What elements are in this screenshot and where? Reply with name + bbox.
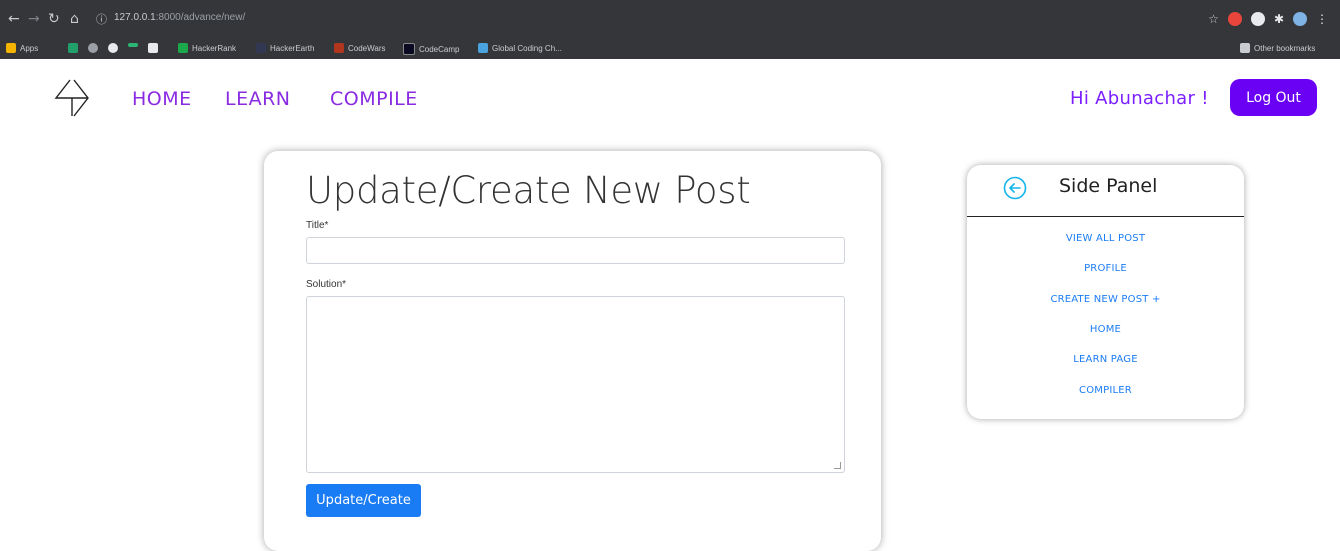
address-bar-row: ← → ↻ ⌂ ⓘ 127.0.0.1:8000/advance/new/ ☆ … (0, 0, 1340, 38)
bookmark-apps[interactable]: Apps (6, 43, 38, 53)
title-label: Title* (306, 220, 329, 231)
title-input[interactable] (306, 237, 845, 264)
side-panel-header: Side Panel (967, 165, 1244, 217)
codewars-icon (334, 43, 344, 53)
extension-icon[interactable] (1250, 12, 1265, 26)
solution-label: Solution* (306, 279, 347, 290)
forward-arrow-icon[interactable]: → (28, 11, 40, 27)
bookmark-favicon-icon (148, 43, 158, 53)
bookmark-codewars[interactable]: CodeWars (334, 43, 386, 53)
logout-button[interactable]: Log Out (1230, 79, 1317, 116)
menu-kebab-icon[interactable]: ⋮ (1316, 12, 1328, 26)
info-icon[interactable]: ⓘ (96, 12, 107, 28)
extension-icon[interactable] (1227, 12, 1242, 26)
hackerrank-icon (178, 43, 188, 53)
page-title: Update/Create New Post (306, 169, 751, 212)
bookmark-codecamp[interactable]: CodeCamp (403, 43, 459, 55)
bookmark-item[interactable] (108, 43, 118, 53)
bookmark-item[interactable] (68, 43, 78, 53)
browser-toolbar-right: ☆ ✱ ⋮ (1208, 10, 1328, 28)
bookmark-favicon-icon (128, 43, 138, 47)
bookmark-item[interactable] (88, 43, 98, 53)
bookmarks-bar: Apps HackerRank HackerEarth CodeWars Cod… (0, 38, 1340, 59)
site-logo-icon[interactable] (52, 78, 92, 118)
url-host: 127.0.0.1 (114, 12, 156, 23)
bookmark-favicon-icon (108, 43, 118, 53)
url-path: :8000/advance/new/ (155, 12, 246, 23)
nav-compile-link[interactable]: COMPILE (330, 88, 418, 110)
bookmark-label: HackerEarth (270, 43, 315, 53)
bookmark-star-icon[interactable]: ☆ (1208, 12, 1219, 26)
folder-icon (1240, 43, 1250, 53)
resize-handle-icon[interactable] (834, 462, 841, 469)
bookmark-hackerearth[interactable]: HackerEarth (256, 43, 314, 53)
bookmark-label: Other bookmarks (1254, 43, 1316, 53)
post-form-card: Update/Create New Post Title* Solution* … (264, 151, 881, 551)
arrow-left-circle-icon[interactable] (1003, 176, 1027, 200)
bookmark-item[interactable] (148, 43, 158, 53)
nav-learn-link[interactable]: LEARN (225, 88, 291, 110)
side-link-create-new-post[interactable]: CREATE NEW POST + (967, 294, 1244, 305)
global-coding-icon (478, 43, 488, 53)
hackerearth-icon (256, 43, 266, 53)
bookmark-label: Apps (20, 43, 39, 53)
side-panel-title: Side Panel (1059, 175, 1158, 197)
github-icon (88, 43, 98, 53)
bookmark-label: CodeWars (348, 43, 386, 53)
bookmark-hackerrank[interactable]: HackerRank (178, 43, 236, 53)
bookmark-label: HackerRank (192, 43, 237, 53)
puzzle-icon[interactable]: ✱ (1274, 12, 1284, 26)
bookmark-other[interactable]: Other bookmarks (1240, 43, 1315, 53)
side-link-view-all-post[interactable]: VIEW ALL POST (967, 233, 1244, 244)
browser-chrome: ← → ↻ ⌂ ⓘ 127.0.0.1:8000/advance/new/ ☆ … (0, 0, 1340, 59)
side-panel: Side Panel VIEW ALL POST PROFILE CREATE … (967, 165, 1244, 419)
apps-grid-icon (6, 43, 16, 53)
home-icon[interactable]: ⌂ (70, 11, 79, 27)
bookmark-favicon-icon (68, 43, 78, 53)
codecamp-icon (403, 43, 415, 55)
update-create-button[interactable]: Update/Create (306, 484, 421, 517)
back-arrow-icon[interactable]: ← (8, 11, 20, 27)
side-link-profile[interactable]: PROFILE (967, 263, 1244, 274)
profile-avatar-icon[interactable] (1293, 12, 1307, 26)
side-link-learn-page[interactable]: LEARN PAGE (967, 354, 1244, 365)
user-greeting: Hi Abunachar ! (1070, 88, 1209, 109)
bookmark-label: Global Coding Ch... (492, 43, 562, 53)
reload-icon[interactable]: ↻ (48, 11, 60, 27)
side-link-home[interactable]: HOME (967, 324, 1244, 335)
nav-home-link[interactable]: HOME (132, 88, 192, 110)
bookmark-global-coding[interactable]: Global Coding Ch... (478, 43, 562, 53)
bookmark-label: CodeCamp (419, 44, 460, 54)
side-link-compiler[interactable]: COMPILER (967, 385, 1244, 396)
bookmark-item[interactable] (128, 43, 138, 47)
solution-textarea[interactable] (306, 296, 845, 473)
address-bar[interactable]: 127.0.0.1:8000/advance/new/ (114, 12, 245, 23)
